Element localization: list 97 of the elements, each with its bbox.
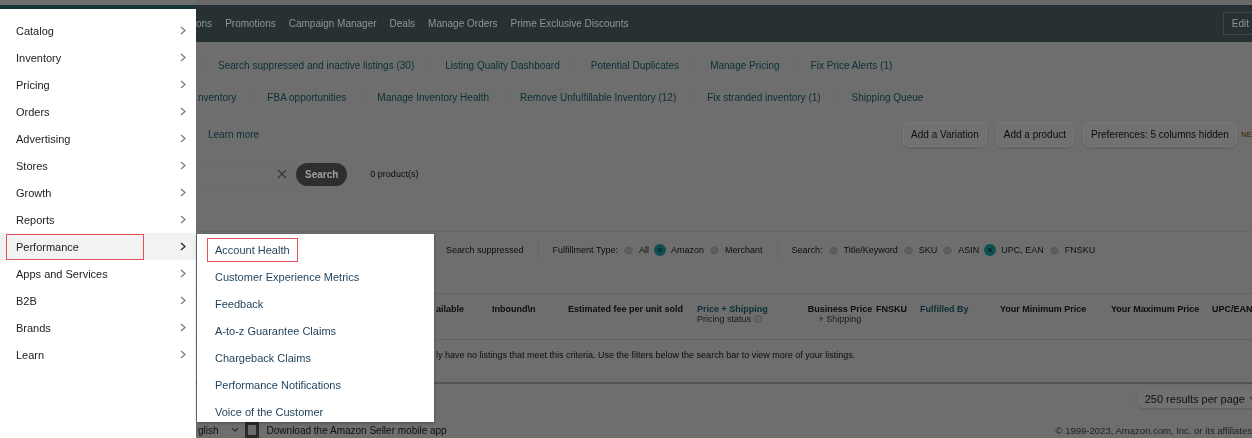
radio-label: SKU xyxy=(918,245,938,255)
radio-label: All xyxy=(638,245,649,255)
column-subheader: + Shipping xyxy=(818,314,862,324)
radio-label: UPC, EAN xyxy=(1001,245,1044,255)
search-button[interactable]: Search xyxy=(296,162,348,186)
column-header: Estimated fee per unit sold xyxy=(568,304,684,314)
menu-item[interactable]: Brands xyxy=(0,314,196,341)
search-field[interactable] xyxy=(196,163,292,185)
column-header: ailable xyxy=(436,304,464,314)
action-button[interactable]: Add a Variation xyxy=(903,121,987,147)
menu-item[interactable]: Catalog xyxy=(0,17,196,44)
radio-label: FNSKU xyxy=(1064,245,1096,255)
chevron-right-icon xyxy=(180,269,186,278)
nav-link[interactable]: Manage Orders xyxy=(428,18,498,29)
subnav-link[interactable]: Fix stranded inventory (1) xyxy=(707,91,821,103)
column-subheader: Pricing status xyxy=(697,314,752,324)
column-header: Your Minimum Price xyxy=(1000,304,1087,314)
radio-label: Amazon xyxy=(670,245,704,255)
chevron-right-icon xyxy=(180,215,186,224)
radio-button[interactable] xyxy=(622,244,634,256)
nav-link[interactable]: ons xyxy=(196,18,213,29)
subnav-link[interactable]: Search suppressed and inactive listings (30) xyxy=(218,59,415,71)
chevron-right-icon xyxy=(180,350,186,359)
language-dropdown[interactable]: glish xyxy=(196,424,245,436)
menu-item[interactable]: Growth xyxy=(0,179,196,206)
radio-button[interactable] xyxy=(827,244,839,256)
subnav-link[interactable]: Listing Quality Dashboard xyxy=(445,59,560,71)
submenu-item[interactable]: Chargeback Claims xyxy=(207,345,319,370)
radio-label: Title/Keyword xyxy=(843,245,898,255)
chevron-right-icon xyxy=(180,188,186,197)
radio-label: Merchant xyxy=(724,245,763,255)
radio-button[interactable] xyxy=(653,244,666,256)
column-header[interactable]: Price + Shipping xyxy=(697,304,768,314)
filter-label: Search: xyxy=(791,245,823,255)
chevron-right-icon xyxy=(180,26,186,35)
subnav-link[interactable]: Manage Inventory Health xyxy=(377,91,490,103)
subnav-link[interactable]: Shipping Queue xyxy=(851,91,924,103)
column-header: Business Price xyxy=(807,304,873,314)
chevron-down-icon xyxy=(230,427,239,433)
menu-item[interactable]: Inventory xyxy=(0,44,196,71)
submenu-item[interactable]: Customer Experience Metrics xyxy=(207,264,368,289)
menu-item[interactable]: Stores xyxy=(0,152,196,179)
page-size-dropdown[interactable]: 250 results per page xyxy=(1136,390,1252,408)
chevron-right-icon xyxy=(180,53,186,62)
new-label: NE xyxy=(1240,129,1252,139)
column-header: UPC/EAN xyxy=(1212,304,1252,314)
info-icon xyxy=(754,315,763,323)
edit-button[interactable]: Edit xyxy=(1222,12,1252,35)
radio-button[interactable] xyxy=(942,244,954,256)
column-header[interactable]: Fulfilled By xyxy=(920,304,969,314)
learn-more-link[interactable]: Learn more xyxy=(208,128,260,140)
menu-item[interactable]: Apps and Services xyxy=(0,260,196,287)
nav-link[interactable]: Promotions xyxy=(225,18,276,29)
radio-button[interactable] xyxy=(708,244,720,256)
radio-label: ASIN xyxy=(958,245,980,255)
chevron-right-icon xyxy=(180,134,186,143)
menu-item[interactable]: Advertising xyxy=(0,125,196,152)
nav-link[interactable]: Deals xyxy=(389,18,416,29)
submenu-item[interactable]: Voice of the Customer xyxy=(207,399,332,424)
subnav-link[interactable]: FBA opportunities xyxy=(267,91,347,103)
app-download-link[interactable]: Download the Amazon Seller mobile app xyxy=(266,424,447,436)
radio-button[interactable] xyxy=(902,244,914,256)
chevron-right-icon xyxy=(180,296,186,305)
copyright-text: © 1999-2023, Amazon.com, Inc. or its affiliates xyxy=(1055,424,1252,436)
chevron-right-icon xyxy=(180,80,186,89)
chevron-right-icon xyxy=(180,161,186,170)
menu-item[interactable]: B2B xyxy=(0,287,196,314)
subnav-link[interactable]: Potential Duplicates xyxy=(590,59,680,71)
close-icon[interactable] xyxy=(277,169,287,179)
subnav-link[interactable]: Remove Unfulfillable Inventory (12) xyxy=(520,91,677,103)
menu-item[interactable]: Pricing xyxy=(0,71,196,98)
filter-label: Fulfillment Type: xyxy=(552,245,618,255)
menu-item[interactable]: Learn xyxy=(0,341,196,368)
submenu-item[interactable]: Account Health xyxy=(207,237,298,262)
radio-button[interactable] xyxy=(1048,244,1060,256)
nav-link[interactable]: Prime Exclusive Discounts xyxy=(510,18,629,29)
column-header: Your Maximum Price xyxy=(1111,304,1200,314)
subnav-link[interactable]: Fix Price Alerts (1) xyxy=(810,59,893,71)
menu-item[interactable]: Reports xyxy=(0,206,196,233)
menu-item[interactable]: Orders xyxy=(0,98,196,125)
app-icon xyxy=(244,422,259,438)
filter-label: Search suppressed xyxy=(446,245,524,255)
chevron-right-icon xyxy=(180,323,186,332)
column-header: FNSKU xyxy=(876,304,907,314)
chevron-right-icon xyxy=(180,107,186,116)
submenu-item[interactable]: Feedback xyxy=(207,291,272,316)
radio-button[interactable] xyxy=(984,244,997,256)
action-button[interactable]: Preferences: 5 columns hidden xyxy=(1083,121,1237,147)
menu-item[interactable]: Performance xyxy=(0,233,196,260)
product-count: 0 product(s) xyxy=(370,169,419,179)
subnav-link[interactable]: nventory xyxy=(198,91,237,103)
nav-link[interactable]: Campaign Manager xyxy=(288,18,377,29)
chevron-right-icon xyxy=(180,242,186,251)
column-header: Inbound\n xyxy=(492,304,536,314)
subnav-link[interactable]: Manage Pricing xyxy=(710,59,780,71)
action-button[interactable]: Add a product xyxy=(995,121,1074,147)
submenu-item[interactable]: Performance Notifications xyxy=(207,372,349,397)
